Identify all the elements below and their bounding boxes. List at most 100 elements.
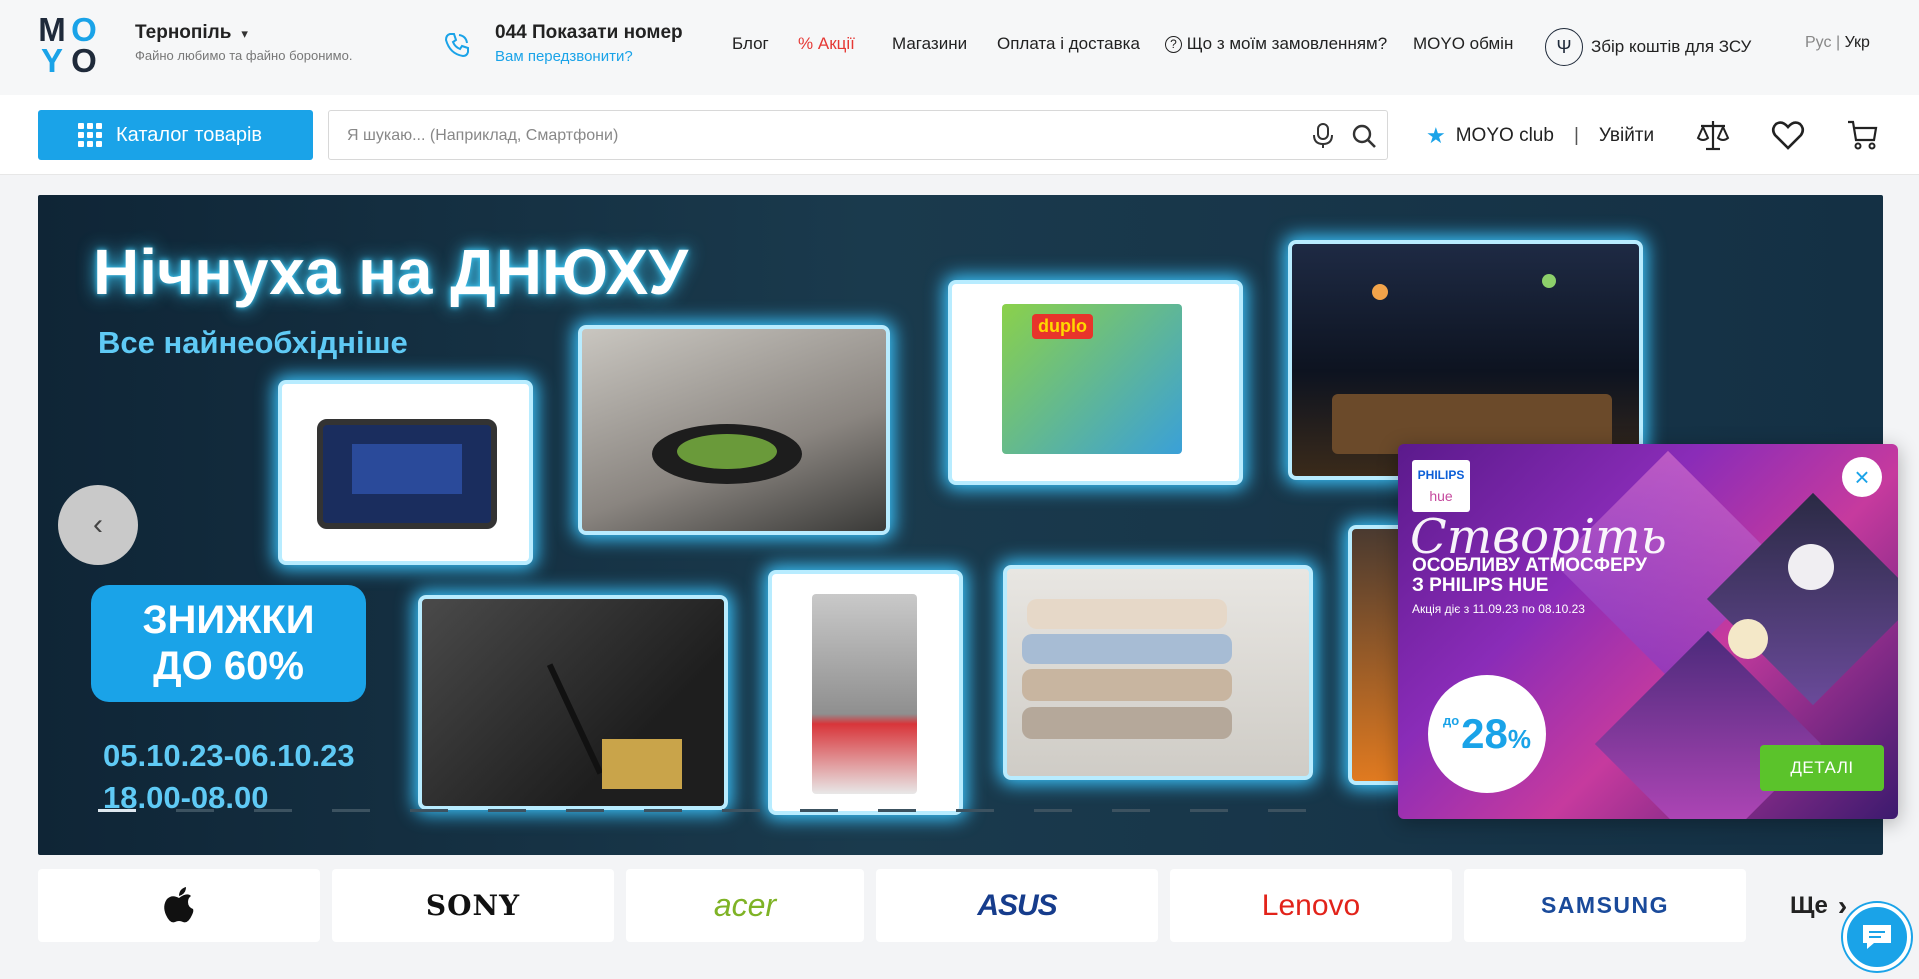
top-bar: M O Y O Тернопіль ▾ Файно любимо та файно… [0, 0, 1919, 95]
question-icon: ? [1165, 36, 1182, 54]
banner-title: Нічнуха на ДНЮХУ [93, 236, 689, 308]
hue-brand: hue [1429, 488, 1453, 504]
nav-donate[interactable]: Ψ Збір коштів для ЗСУ [1545, 28, 1751, 66]
brand-acer[interactable]: acer [626, 869, 864, 942]
carousel-dot[interactable] [488, 809, 526, 812]
logo-letter: O [71, 42, 97, 79]
nav-stores[interactable]: Магазини [892, 34, 967, 54]
promo-popup[interactable]: PHILIPS hue Створіть ОСОБЛИВУ АТМОСФЕРУ … [1398, 444, 1898, 819]
carousel-dot[interactable] [722, 809, 760, 812]
callback-link[interactable]: Вам передзвонити? [495, 48, 633, 65]
microphone-icon[interactable] [1311, 123, 1335, 149]
carousel-dot[interactable] [566, 809, 604, 812]
cooking-image [578, 325, 890, 535]
nav-donate-label: Збір коштів для ЗСУ [1591, 37, 1752, 56]
moyo-logo[interactable]: M O Y O [36, 11, 100, 79]
logo-letter: M [38, 11, 66, 48]
carousel-dot[interactable] [1112, 809, 1150, 812]
nav-blog[interactable]: Блог [732, 34, 769, 54]
phone-number[interactable]: 044 Показати номер [495, 22, 683, 44]
search-input[interactable] [347, 123, 1297, 149]
grid-icon [78, 123, 102, 147]
catalog-button[interactable]: Каталог товарів [38, 110, 313, 160]
language-switcher: Рус | Укр [1805, 34, 1870, 52]
popup-headline2: З PHILIPS HUE [1412, 575, 1549, 596]
nav-delivery[interactable]: Оплата і доставка [997, 34, 1140, 54]
chevron-down-icon: ▾ [241, 26, 248, 41]
catalog-label: Каталог товарів [116, 123, 263, 146]
brand-sony[interactable]: SONY [332, 869, 614, 942]
brand-lenovo[interactable]: Lenovo [1170, 869, 1452, 942]
carousel-dot[interactable] [98, 809, 136, 812]
search-box [328, 110, 1388, 160]
lang-ua[interactable]: Укр [1845, 34, 1870, 51]
carousel-prev-button[interactable]: ‹ [58, 485, 138, 565]
carousel-dot[interactable] [878, 809, 916, 812]
discount-unit: % [1507, 723, 1532, 754]
carousel-dot[interactable] [1190, 809, 1228, 812]
moyo-club-link[interactable]: MOYO club [1456, 125, 1554, 147]
apple-icon [164, 886, 194, 922]
discount-line1: ЗНИЖКИ [142, 598, 315, 642]
cat-food-image [768, 570, 963, 815]
carousel-dot[interactable] [332, 809, 370, 812]
bulb-image [1788, 544, 1834, 590]
compare-icon[interactable] [1695, 117, 1731, 153]
details-button[interactable]: ДЕТАЛІ [1760, 745, 1884, 791]
carousel-dots [98, 809, 1306, 812]
promo-dates: 05.10.23-06.10.23 18.00-08.00 [103, 735, 355, 819]
city-selector[interactable]: Тернопіль ▾ [135, 22, 248, 44]
bulb-image [1728, 619, 1768, 659]
popup-discount-badge: до 28 % [1428, 675, 1546, 793]
dates-line2: 18.00-08.00 [103, 780, 269, 815]
chevron-right-icon: › [1837, 889, 1848, 921]
philips-hue-logo: PHILIPS hue [1412, 460, 1470, 512]
club-separator: | [1573, 125, 1579, 146]
carousel-dot[interactable] [956, 809, 994, 812]
chevron-left-icon: ‹ [93, 508, 103, 541]
close-icon[interactable]: × [1842, 457, 1882, 497]
chat-icon [1863, 925, 1891, 949]
dates-line1: 05.10.23-06.10.23 [103, 738, 355, 773]
carousel-dot[interactable] [1268, 809, 1306, 812]
desk-lamp-image [418, 595, 728, 810]
percent-icon: % [798, 34, 814, 53]
carousel-dot[interactable] [410, 809, 448, 812]
lang-ru[interactable]: Рус [1805, 34, 1832, 51]
search-icon[interactable] [1351, 123, 1377, 149]
carousel-dot[interactable] [254, 809, 292, 812]
nav-promo[interactable]: % Акції [798, 34, 855, 54]
carousel-dot[interactable] [644, 809, 682, 812]
generator-image [278, 380, 533, 565]
brand-samsung[interactable]: SAMSUNG [1464, 869, 1746, 942]
discount-line2: ДО 60% [153, 644, 304, 688]
brand-apple[interactable] [38, 869, 320, 942]
more-label: Ще [1790, 891, 1828, 919]
star-icon: ★ [1426, 123, 1446, 148]
lang-separator: | [1835, 34, 1841, 51]
carousel-dot[interactable] [176, 809, 214, 812]
phone-icon [444, 33, 469, 58]
carousel-dot[interactable] [1034, 809, 1072, 812]
cart-icon[interactable] [1845, 117, 1881, 153]
duplo-box-image: duplo [948, 280, 1243, 485]
brands-more-button[interactable]: Ще › [1770, 869, 1847, 942]
discount-badge: ЗНИЖКИ ДО 60% [91, 585, 366, 702]
logo-letter: O [71, 11, 97, 48]
discount-value: 28 [1461, 710, 1508, 757]
brand-asus[interactable]: ASUS [876, 869, 1158, 942]
nav-order-status[interactable]: ? Що з моїм замовленням? [1165, 34, 1387, 54]
popup-promo-dates: Акція діє з 11.09.23 по 08.10.23 [1412, 602, 1585, 616]
blankets-image [1003, 565, 1313, 780]
search-header: Каталог товарів ★ MOYO club | Увійти [0, 95, 1919, 175]
trident-icon: Ψ [1545, 28, 1583, 66]
nav-exchange[interactable]: MOYO обмін [1413, 34, 1513, 54]
discount-prefix: до [1442, 713, 1460, 728]
popup-headline1: ОСОБЛИВУ АТМОСФЕРУ [1412, 555, 1647, 576]
login-link[interactable]: Увійти [1599, 125, 1654, 147]
chat-button[interactable] [1843, 903, 1911, 971]
carousel-dot[interactable] [800, 809, 838, 812]
city-label: Тернопіль [135, 22, 232, 43]
heart-icon[interactable] [1770, 117, 1806, 153]
duplo-label: duplo [1032, 314, 1093, 339]
